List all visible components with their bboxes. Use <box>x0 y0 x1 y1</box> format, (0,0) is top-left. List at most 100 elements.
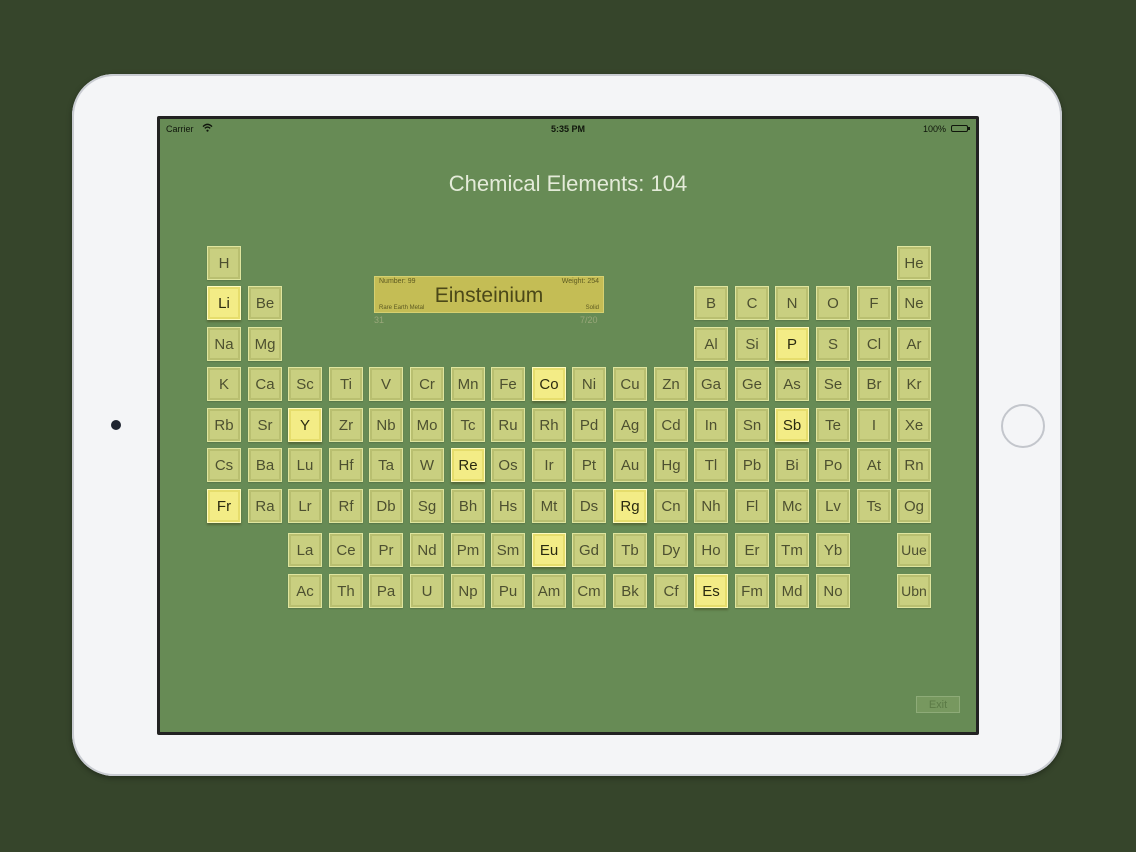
element-tile-pd[interactable]: Pd <box>572 408 606 442</box>
element-tile-o[interactable]: O <box>816 286 850 320</box>
element-tile-mt[interactable]: Mt <box>532 489 566 523</box>
element-tile-np[interactable]: Np <box>451 574 485 608</box>
element-tile-dy[interactable]: Dy <box>654 533 688 567</box>
element-tile-uue[interactable]: Uue <box>897 533 931 567</box>
element-tile-ir[interactable]: Ir <box>532 448 566 482</box>
element-tile-po[interactable]: Po <box>816 448 850 482</box>
element-tile-rf[interactable]: Rf <box>329 489 363 523</box>
element-tile-c[interactable]: C <box>735 286 769 320</box>
element-tile-at[interactable]: At <box>857 448 891 482</box>
element-tile-mn[interactable]: Mn <box>451 367 485 401</box>
element-tile-db[interactable]: Db <box>369 489 403 523</box>
element-tile-ra[interactable]: Ra <box>248 489 282 523</box>
element-tile-ds[interactable]: Ds <box>572 489 606 523</box>
element-tile-se[interactable]: Se <box>816 367 850 401</box>
element-tile-xe[interactable]: Xe <box>897 408 931 442</box>
element-tile-pb[interactable]: Pb <box>735 448 769 482</box>
element-tile-tl[interactable]: Tl <box>694 448 728 482</box>
element-tile-er[interactable]: Er <box>735 533 769 567</box>
element-tile-lu[interactable]: Lu <box>288 448 322 482</box>
element-tile-nd[interactable]: Nd <box>410 533 444 567</box>
element-tile-ni[interactable]: Ni <box>572 367 606 401</box>
element-tile-nb[interactable]: Nb <box>369 408 403 442</box>
element-tile-lr[interactable]: Lr <box>288 489 322 523</box>
element-tile-pr[interactable]: Pr <box>369 533 403 567</box>
element-tile-rn[interactable]: Rn <box>897 448 931 482</box>
element-tile-ne[interactable]: Ne <box>897 286 931 320</box>
element-tile-al[interactable]: Al <box>694 327 728 361</box>
element-tile-pt[interactable]: Pt <box>572 448 606 482</box>
element-tile-os[interactable]: Os <box>491 448 525 482</box>
element-tile-ce[interactable]: Ce <box>329 533 363 567</box>
home-button[interactable] <box>1001 404 1045 448</box>
element-tile-mo[interactable]: Mo <box>410 408 444 442</box>
element-tile-sb[interactable]: Sb <box>775 408 809 442</box>
element-tile-hf[interactable]: Hf <box>329 448 363 482</box>
element-tile-am[interactable]: Am <box>532 574 566 608</box>
element-tile-ts[interactable]: Ts <box>857 489 891 523</box>
element-tile-h[interactable]: H <box>207 246 241 280</box>
element-tile-v[interactable]: V <box>369 367 403 401</box>
element-tile-es[interactable]: Es <box>694 574 728 608</box>
element-tile-mc[interactable]: Mc <box>775 489 809 523</box>
element-tile-au[interactable]: Au <box>613 448 647 482</box>
element-tile-li[interactable]: Li <box>207 286 241 320</box>
element-tile-p[interactable]: P <box>775 327 809 361</box>
element-tile-ba[interactable]: Ba <box>248 448 282 482</box>
element-tile-cu[interactable]: Cu <box>613 367 647 401</box>
element-tile-co[interactable]: Co <box>532 367 566 401</box>
element-tile-be[interactable]: Be <box>248 286 282 320</box>
element-tile-ho[interactable]: Ho <box>694 533 728 567</box>
element-tile-zn[interactable]: Zn <box>654 367 688 401</box>
element-tile-md[interactable]: Md <box>775 574 809 608</box>
element-tile-no[interactable]: No <box>816 574 850 608</box>
element-tile-gd[interactable]: Gd <box>572 533 606 567</box>
element-tile-bk[interactable]: Bk <box>613 574 647 608</box>
element-tile-ca[interactable]: Ca <box>248 367 282 401</box>
element-tile-te[interactable]: Te <box>816 408 850 442</box>
exit-button[interactable]: Exit <box>916 696 960 713</box>
element-tile-sr[interactable]: Sr <box>248 408 282 442</box>
element-tile-sg[interactable]: Sg <box>410 489 444 523</box>
element-tile-bh[interactable]: Bh <box>451 489 485 523</box>
element-tile-w[interactable]: W <box>410 448 444 482</box>
element-tile-pa[interactable]: Pa <box>369 574 403 608</box>
element-tile-si[interactable]: Si <box>735 327 769 361</box>
element-tile-ar[interactable]: Ar <box>897 327 931 361</box>
element-tile-cf[interactable]: Cf <box>654 574 688 608</box>
element-tile-sc[interactable]: Sc <box>288 367 322 401</box>
element-tile-ge[interactable]: Ge <box>735 367 769 401</box>
element-tile-na[interactable]: Na <box>207 327 241 361</box>
element-tile-s[interactable]: S <box>816 327 850 361</box>
element-tile-hg[interactable]: Hg <box>654 448 688 482</box>
element-tile-tc[interactable]: Tc <box>451 408 485 442</box>
element-tile-fe[interactable]: Fe <box>491 367 525 401</box>
element-tile-nh[interactable]: Nh <box>694 489 728 523</box>
element-tile-yb[interactable]: Yb <box>816 533 850 567</box>
element-tile-hs[interactable]: Hs <box>491 489 525 523</box>
element-tile-ru[interactable]: Ru <box>491 408 525 442</box>
element-tile-cr[interactable]: Cr <box>410 367 444 401</box>
element-tile-rb[interactable]: Rb <box>207 408 241 442</box>
element-tile-cs[interactable]: Cs <box>207 448 241 482</box>
element-tile-br[interactable]: Br <box>857 367 891 401</box>
element-tile-re[interactable]: Re <box>451 448 485 482</box>
element-tile-tb[interactable]: Tb <box>613 533 647 567</box>
element-tile-eu[interactable]: Eu <box>532 533 566 567</box>
element-tile-he[interactable]: He <box>897 246 931 280</box>
element-tile-fr[interactable]: Fr <box>207 489 241 523</box>
element-tile-pm[interactable]: Pm <box>451 533 485 567</box>
element-tile-bi[interactable]: Bi <box>775 448 809 482</box>
element-tile-ag[interactable]: Ag <box>613 408 647 442</box>
element-tile-k[interactable]: K <box>207 367 241 401</box>
element-tile-pu[interactable]: Pu <box>491 574 525 608</box>
element-tile-rg[interactable]: Rg <box>613 489 647 523</box>
element-tile-cm[interactable]: Cm <box>572 574 606 608</box>
element-tile-b[interactable]: B <box>694 286 728 320</box>
element-tile-kr[interactable]: Kr <box>897 367 931 401</box>
element-tile-rh[interactable]: Rh <box>532 408 566 442</box>
element-tile-mg[interactable]: Mg <box>248 327 282 361</box>
element-tile-tm[interactable]: Tm <box>775 533 809 567</box>
element-tile-sm[interactable]: Sm <box>491 533 525 567</box>
element-tile-as[interactable]: As <box>775 367 809 401</box>
